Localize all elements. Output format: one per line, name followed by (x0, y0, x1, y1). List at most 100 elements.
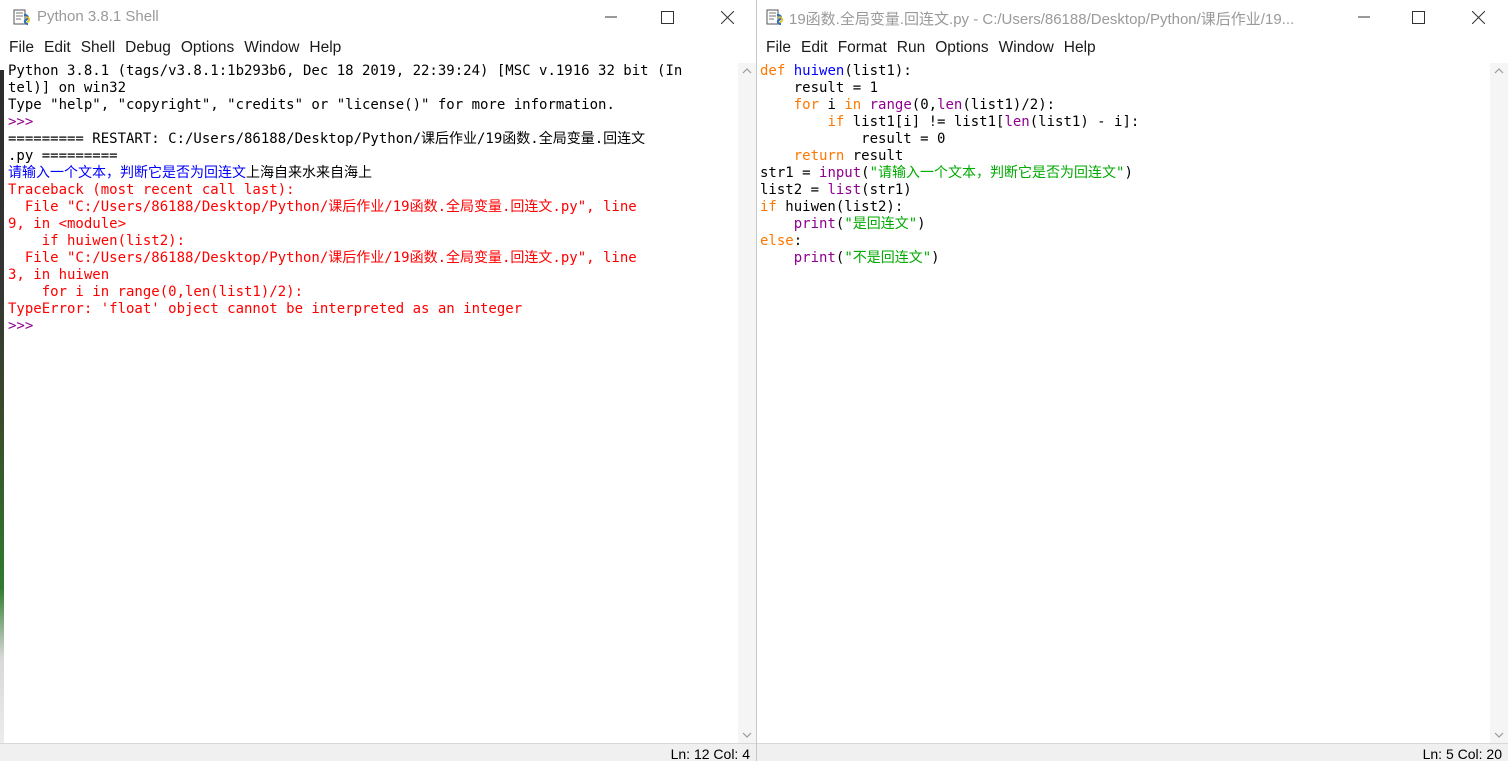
shell-window: Python 3.8.1 Shell File Edit Shell Debug Opt… (0, 0, 756, 761)
text-segment: TypeError: 'float' object cannot be inte… (8, 301, 523, 317)
maximize-button[interactable] (644, 0, 690, 34)
shell-menubar: File Edit Shell Debug Options Window Help (0, 35, 756, 61)
code-editor[interactable]: def huiwen(list1): result = 1 for i in r… (757, 63, 1490, 743)
python-file-icon (765, 7, 785, 27)
shell-line: >>> (8, 318, 738, 335)
menu-help[interactable]: Help (304, 39, 346, 57)
chevron-up-icon (1494, 68, 1504, 74)
code-line: for i in range(0,len(list1)/2): (760, 97, 1490, 114)
shell-line: Type "help", "copyright", "credits" or "… (8, 97, 738, 114)
text-segment: File "C:/Users/86188/Desktop/Python/课后作业… (8, 199, 637, 215)
menu-options[interactable]: Options (176, 39, 239, 57)
editor-cursor-position: Ln: 5 Col: 20 (1422, 746, 1502, 761)
text-segment (760, 148, 794, 164)
text-segment: : (793, 233, 803, 249)
editor-menubar: File Edit Format Run Options Window Help (757, 35, 1508, 61)
shell-statusbar: Ln: 12 Col: 4 (0, 743, 756, 761)
text-segment: print (793, 216, 836, 232)
shell-line: tel)] on win32 (8, 80, 738, 97)
menu-help[interactable]: Help (1059, 39, 1101, 57)
text-segment: if (827, 114, 845, 130)
shell-line: TypeError: 'float' object cannot be inte… (8, 301, 738, 318)
text-segment: "不是回连文" (844, 250, 932, 266)
close-icon (720, 10, 734, 24)
editor-titlebar[interactable]: 19函数.全局变量.回连文.py - C:/Users/86188/Deskto… (757, 0, 1508, 34)
text-segment: list (827, 182, 862, 198)
minimize-icon (605, 16, 617, 18)
code-line: result = 0 (760, 131, 1490, 148)
code-line: else: (760, 233, 1490, 250)
shell-scrollbar[interactable] (738, 63, 756, 743)
text-segment: ( (861, 165, 870, 181)
maximize-button[interactable] (1395, 0, 1441, 34)
text-segment: range (869, 97, 912, 113)
text-segment: if huiwen(list2): (8, 233, 186, 249)
text-segment: list1[i] != list1[ (844, 114, 1005, 130)
shell-titlebar[interactable]: Python 3.8.1 Shell (0, 0, 756, 34)
text-segment: Type "help", "copyright", "credits" or "… (8, 97, 615, 113)
text-segment (760, 216, 794, 232)
python-idle-icon (12, 7, 32, 27)
text-segment: for (793, 97, 820, 113)
shell-line: Traceback (most recent call last): (8, 182, 738, 199)
menu-run[interactable]: Run (892, 39, 930, 57)
menu-format[interactable]: Format (833, 39, 892, 57)
text-segment (861, 97, 869, 113)
menu-file[interactable]: File (4, 39, 39, 57)
menu-window[interactable]: Window (239, 39, 304, 57)
shell-line: File "C:/Users/86188/Desktop/Python/课后作业… (8, 199, 738, 216)
menu-edit[interactable]: Edit (39, 39, 76, 57)
menu-edit[interactable]: Edit (796, 39, 833, 57)
editor-statusbar: Ln: 5 Col: 20 (757, 743, 1508, 761)
menu-window[interactable]: Window (994, 39, 1059, 57)
text-segment: if (760, 199, 777, 215)
close-button[interactable] (704, 0, 750, 34)
text-segment (785, 63, 793, 79)
editor-title: 19函数.全局变量.回连文.py - C:/Users/86188/Deskto… (789, 11, 1295, 28)
text-segment: result = 0 (760, 131, 946, 147)
text-segment: list2 = (760, 182, 828, 198)
text-segment: ) (917, 216, 926, 232)
scroll-down-button[interactable] (1490, 727, 1508, 743)
text-segment: 请输入一个文本，判断它是否为回连文 (8, 165, 246, 181)
menu-options[interactable]: Options (930, 39, 993, 57)
text-segment: ========= RESTART: C:/Users/86188/Deskto… (8, 131, 646, 147)
scroll-up-button[interactable] (738, 63, 756, 79)
minimize-button[interactable] (1341, 0, 1387, 34)
shell-output[interactable]: Python 3.8.1 (tags/v3.8.1:1b293b6, Dec 1… (4, 63, 738, 743)
text-segment (760, 250, 794, 266)
shell-line: ========= RESTART: C:/Users/86188/Deskto… (8, 131, 738, 148)
shell-line: if huiwen(list2): (8, 233, 738, 250)
maximize-icon (1411, 10, 1425, 24)
close-button[interactable] (1455, 0, 1501, 34)
text-segment: return (793, 148, 845, 164)
shell-line: Python 3.8.1 (tags/v3.8.1:1b293b6, Dec 1… (8, 63, 738, 80)
text-segment: ) (1124, 165, 1133, 181)
chevron-up-icon (742, 68, 752, 74)
text-segment: (list1): (844, 63, 912, 79)
menu-file[interactable]: File (761, 39, 796, 57)
text-segment: i (819, 97, 845, 113)
text-segment: File "C:/Users/86188/Desktop/Python/课后作业… (8, 250, 637, 266)
menu-debug[interactable]: Debug (120, 39, 176, 57)
shell-line: .py ========= (8, 148, 738, 165)
text-segment: (0, (911, 97, 938, 113)
scroll-up-button[interactable] (1490, 63, 1508, 79)
menu-shell[interactable]: Shell (76, 39, 120, 57)
editor-scrollbar[interactable] (1490, 63, 1508, 743)
text-segment: result (844, 148, 904, 164)
text-segment: str1 = (760, 165, 820, 181)
code-line: list2 = list(str1) (760, 182, 1490, 199)
text-segment: 9, in <module> (8, 216, 127, 232)
text-segment: 3, in huiwen (8, 267, 110, 283)
text-segment: Traceback (most recent call last): (8, 182, 295, 198)
scroll-down-button[interactable] (738, 727, 756, 743)
text-segment: "是回连文" (844, 216, 918, 232)
text-segment: (list1)/2): (962, 97, 1056, 113)
shell-line: 请输入一个文本，判断它是否为回连文上海自来水来自海上 (8, 165, 738, 182)
text-segment: len (937, 97, 963, 113)
minimize-button[interactable] (588, 0, 634, 34)
shell-line: 3, in huiwen (8, 267, 738, 284)
text-segment (760, 114, 827, 130)
text-segment: print (793, 250, 836, 266)
